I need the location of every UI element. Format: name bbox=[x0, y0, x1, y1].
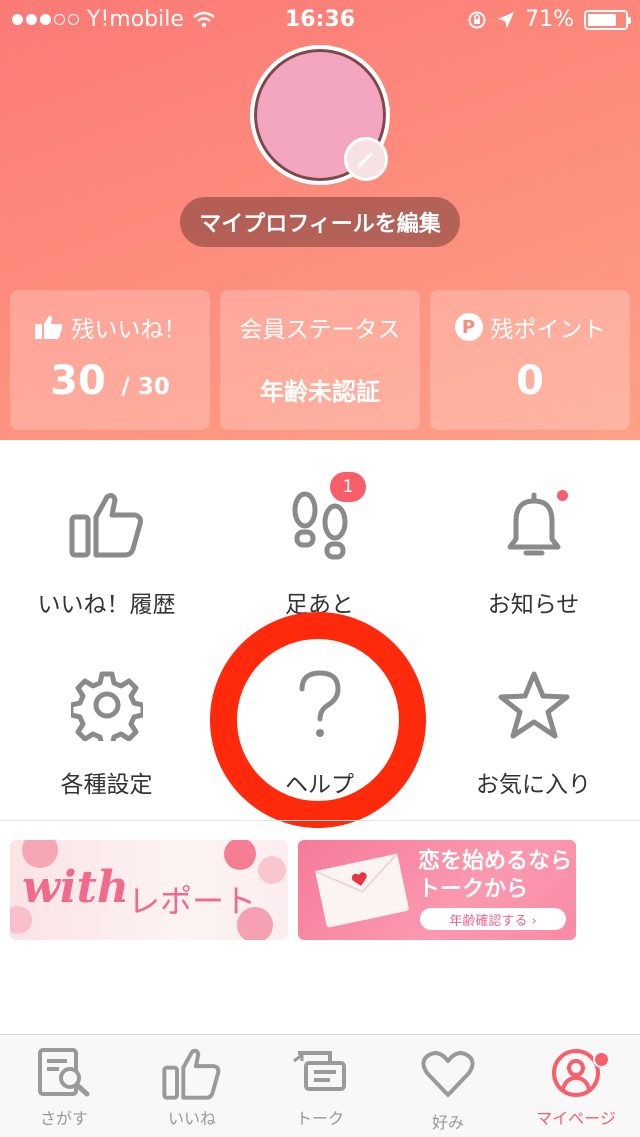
with-report-banner[interactable]: with レポート bbox=[10, 840, 288, 940]
talk-banner-line2: トークから bbox=[418, 877, 529, 902]
tab-preferences-label: 好み bbox=[431, 1113, 464, 1132]
member-status-label: 会員ステータス bbox=[239, 317, 401, 343]
notification-dot bbox=[557, 490, 568, 501]
tab-talk-label: トーク bbox=[295, 1109, 344, 1128]
footprints-button[interactable]: 足あと bbox=[213, 480, 426, 650]
question-mark-icon bbox=[299, 670, 341, 737]
tab-mypage-label: マイページ bbox=[536, 1109, 616, 1128]
notifications-button[interactable]: お知らせ bbox=[427, 480, 640, 650]
help-label: ヘルプ bbox=[285, 772, 354, 798]
help-button[interactable]: ヘルプ bbox=[213, 660, 426, 830]
settings-label: 各種設定 bbox=[60, 772, 153, 798]
member-status-card[interactable]: 会員ステータス 年齢未認証 bbox=[220, 290, 420, 430]
tab-mypage[interactable]: マイページ bbox=[512, 1035, 640, 1137]
edit-avatar-button[interactable] bbox=[344, 137, 388, 181]
with-brand-text: with bbox=[22, 862, 129, 913]
tab-bar: さがす いいね トーク 好み マイページ bbox=[0, 1034, 640, 1137]
remaining-points-label: 残ポイント bbox=[490, 317, 606, 343]
pencil-icon bbox=[357, 152, 373, 168]
envelope-icon bbox=[314, 852, 409, 928]
location-arrow-icon bbox=[498, 11, 515, 28]
tab-preferences[interactable]: 好み bbox=[384, 1035, 512, 1137]
footprints-count-badge: 1 bbox=[330, 472, 366, 502]
report-text: レポート bbox=[128, 882, 257, 920]
remaining-points-value: 0 bbox=[516, 358, 544, 404]
remaining-likes-card[interactable]: 残いいね！ 30 / 30 bbox=[10, 290, 210, 430]
tab-likes-label: いいね bbox=[167, 1109, 216, 1128]
status-bar: Y!mobile 16:36 71% bbox=[0, 0, 640, 40]
remaining-likes-value: 30 bbox=[50, 358, 106, 404]
talk-age-verify-banner[interactable]: 恋を始めるなら トークから 年齢確認する › bbox=[298, 840, 576, 940]
thumbs-up-icon bbox=[34, 315, 62, 339]
rotation-lock-icon bbox=[468, 11, 486, 28]
tab-likes[interactable]: いいね bbox=[128, 1035, 256, 1137]
tab-search-label: さがす bbox=[39, 1109, 88, 1128]
thumbs-up-outline-icon bbox=[69, 493, 143, 558]
favorites-button[interactable]: お気に入り bbox=[427, 660, 640, 830]
talk-banner-line1: 恋を始めるなら bbox=[418, 849, 573, 874]
footprints-label: 足あと bbox=[285, 592, 354, 618]
edit-profile-button[interactable]: マイプロフィールを編集 bbox=[180, 197, 460, 247]
like-history-button[interactable]: いいね！履歴 bbox=[0, 480, 213, 650]
remaining-likes-label: 残いいね！ bbox=[71, 317, 187, 343]
settings-button[interactable]: 各種設定 bbox=[0, 660, 213, 830]
age-verify-button[interactable]: 年齢確認する › bbox=[420, 908, 566, 930]
heart-icon bbox=[421, 1051, 475, 1097]
member-status-value: 年齢未認証 bbox=[260, 378, 380, 406]
gear-icon bbox=[70, 671, 143, 741]
chat-icon bbox=[293, 1051, 346, 1091]
battery-percent: 71% bbox=[525, 7, 574, 32]
tab-search[interactable]: さがす bbox=[0, 1035, 128, 1137]
star-icon bbox=[498, 671, 569, 739]
remaining-points-card[interactable]: P 残ポイント 0 bbox=[430, 290, 630, 430]
points-icon: P bbox=[454, 313, 483, 341]
notifications-label: お知らせ bbox=[487, 592, 580, 618]
search-icon bbox=[38, 1048, 90, 1097]
remaining-likes-max: / 30 bbox=[121, 374, 170, 400]
bell-icon bbox=[507, 492, 560, 556]
thumbs-up-tab-icon bbox=[162, 1048, 221, 1100]
mypage-notification-dot bbox=[593, 1051, 610, 1068]
section-divider bbox=[0, 820, 640, 821]
tab-talk[interactable]: トーク bbox=[256, 1035, 384, 1137]
favorites-label: お気に入り bbox=[476, 772, 591, 798]
battery-icon bbox=[584, 9, 631, 30]
like-history-label: いいね！履歴 bbox=[37, 592, 176, 618]
